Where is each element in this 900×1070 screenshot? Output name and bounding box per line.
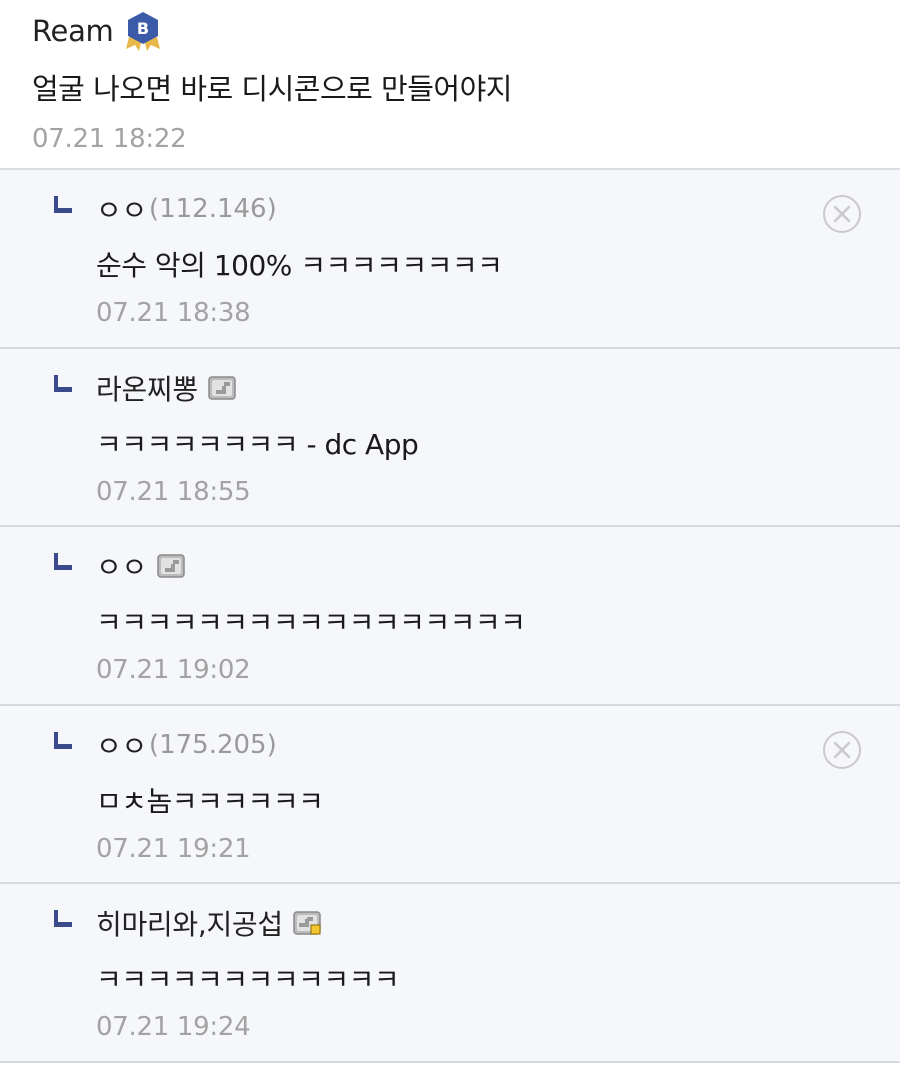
comment-thread: Ream B 얼굴 나오면 바로 디시콘으로 만들어야지 07.21 18:22… <box>0 0 900 1063</box>
reply-header: ㅇㅇ (175.205) <box>96 724 900 766</box>
reply-timestamp: 07.21 19:02 <box>96 655 251 685</box>
reply-item: ㅇㅇ (112.146) 순수 악의 100% ㅋㅋㅋㅋㅋㅋㅋㅋ 07.21 1… <box>0 170 900 349</box>
comment-author[interactable]: Ream <box>32 14 114 48</box>
badge-letter: B <box>136 19 148 38</box>
reply-text: 순수 악의 100% ㅋㅋㅋㅋㅋㅋㅋㅋ <box>96 249 503 282</box>
reply-arrow-icon <box>54 910 72 927</box>
reply-text: ㅋㅋㅋㅋㅋㅋㅋㅋ - dc App <box>96 427 419 461</box>
reply-text: ㅋㅋㅋㅋㅋㅋㅋㅋㅋㅋㅋㅋ <box>96 963 400 996</box>
reply-item: 히마리와,지공섭 ㅋㅋㅋㅋㅋㅋㅋㅋㅋㅋㅋㅋ 07.21 19:24 <box>0 884 900 1063</box>
reply-header: 히마리와,지공섭 <box>96 902 900 944</box>
reply-author[interactable]: ㅇㅇ <box>96 189 147 229</box>
delete-reply-icon[interactable] <box>822 730 862 770</box>
main-comment: Ream B 얼굴 나오면 바로 디시콘으로 만들어야지 07.21 18:22 <box>0 0 900 170</box>
reply-arrow-icon <box>54 196 72 213</box>
gallery-manager-badge-icon: B <box>125 11 160 51</box>
comment-text: 얼굴 나오면 바로 디시콘으로 만들어야지 <box>32 72 512 106</box>
reply-list: ㅇㅇ (112.146) 순수 악의 100% ㅋㅋㅋㅋㅋㅋㅋㅋ 07.21 1… <box>0 170 900 1063</box>
reply-author[interactable]: ㅇㅇ <box>96 725 147 765</box>
reply-ip: (112.146) <box>148 194 277 224</box>
reply-header: ㅇㅇ <box>96 545 900 587</box>
reply-text: ㅋㅋㅋㅋㅋㅋㅋㅋㅋㅋㅋㅋㅋㅋㅋㅋㅋ <box>96 606 526 639</box>
reply-timestamp: 07.21 19:24 <box>96 1012 251 1042</box>
reply-arrow-icon <box>54 374 72 392</box>
reply-arrow-icon <box>54 553 72 570</box>
reply-item: 라온찌뽕 ㅋㅋㅋㅋㅋㅋㅋㅋ - dc App 07.21 18:55 <box>0 348 900 527</box>
comment-header: Ream B <box>32 10 900 52</box>
reply-author[interactable]: 히마리와,지공섭 <box>96 903 283 943</box>
comment-timestamp: 07.21 18:22 <box>32 124 187 154</box>
reply-author[interactable]: 라온찌뽕 <box>96 368 198 408</box>
reply-item: ㅇㅇ ㅋㅋㅋㅋㅋㅋㅋㅋㅋㅋㅋㅋㅋㅋㅋㅋㅋ 07.21 19:02 <box>0 527 900 706</box>
fixed-nick-icon <box>157 554 185 578</box>
reply-author[interactable]: ㅇㅇ <box>96 546 147 586</box>
fixed-nick-icon <box>208 375 236 400</box>
delete-reply-icon[interactable] <box>822 194 862 234</box>
semi-fixed-nick-icon <box>293 911 321 935</box>
reply-arrow-icon <box>54 731 72 749</box>
reply-timestamp: 07.21 19:21 <box>96 833 251 864</box>
reply-timestamp: 07.21 18:55 <box>96 476 251 507</box>
reply-header: 라온찌뽕 <box>96 367 900 409</box>
reply-header: ㅇㅇ (112.146) <box>96 188 900 230</box>
reply-ip: (175.205) <box>148 729 277 760</box>
reply-text: ㅁㅊ놈ㅋㅋㅋㅋㅋㅋ <box>96 784 324 818</box>
reply-timestamp: 07.21 18:38 <box>96 298 251 328</box>
reply-item: ㅇㅇ (175.205) ㅁㅊ놈ㅋㅋㅋㅋㅋㅋ 07.21 19:21 <box>0 705 900 884</box>
